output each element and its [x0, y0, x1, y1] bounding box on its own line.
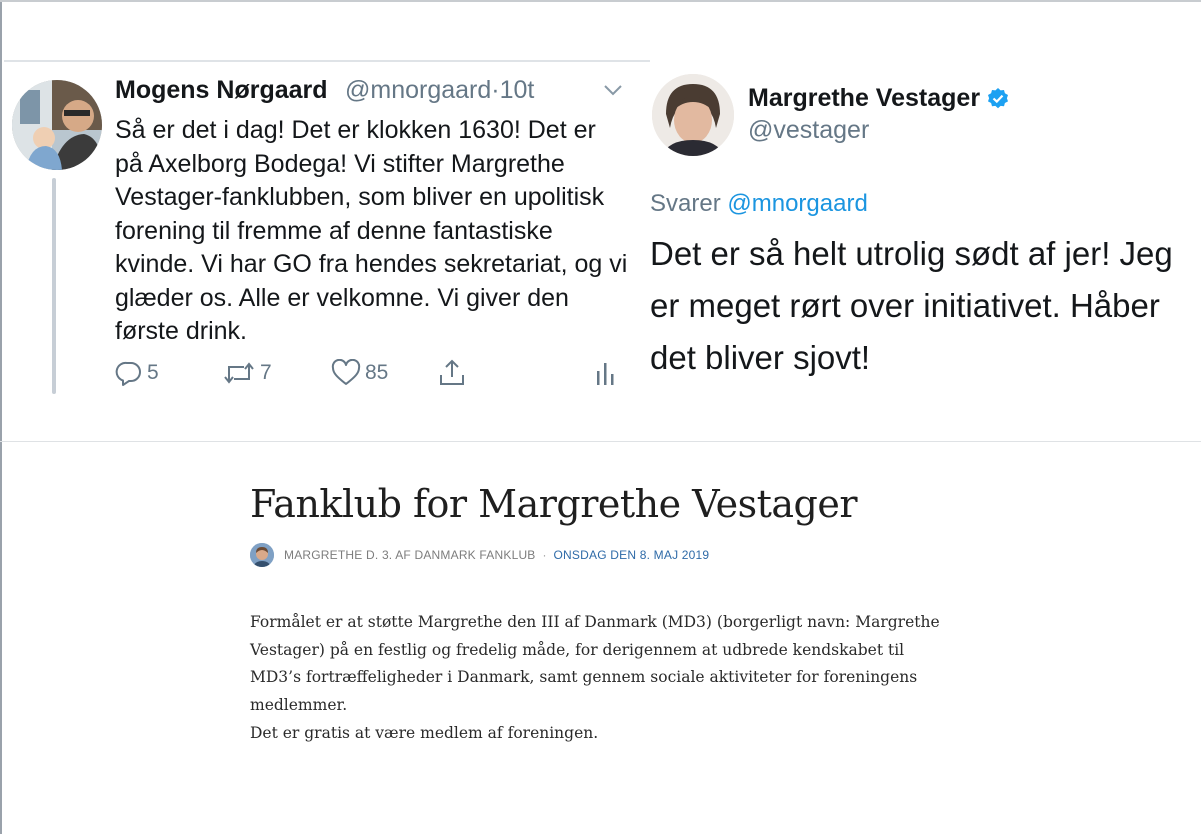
article-meta: MARGRETHE D. 3. AF DANMARK FANKLUB · ONS… [250, 542, 709, 568]
tweet-text: Så er det i dag! Det er klokken 1630! De… [115, 116, 628, 345]
tweet-time[interactable]: 10t [500, 76, 535, 104]
retweet-icon [222, 359, 256, 387]
chevron-down-icon[interactable] [600, 80, 626, 100]
tweet-author-handle[interactable]: @vestager [748, 116, 869, 145]
reply-mention-link[interactable]: @mnorgaard [727, 190, 867, 217]
tweet-meta: @mnorgaard·10t [345, 76, 534, 105]
tweet-text: Det er så helt utrolig sødt af jer! Jeg … [650, 235, 1173, 376]
meta-separator: · [491, 76, 500, 104]
tweet-actions: 5 7 85 [115, 356, 635, 390]
article-paragraph: Det er gratis at være medlem af forening… [250, 724, 599, 742]
screenshot-left-border [0, 0, 2, 834]
reply-context: Svarer @mnorgaard [650, 190, 868, 218]
reply-button[interactable]: 5 [115, 356, 159, 390]
tweet-vestager: Margrethe Vestager @vestager Svarer @mno… [650, 60, 1201, 400]
avatar-mnorgaard[interactable] [12, 80, 102, 170]
tweet-author-name[interactable]: Mogens Nørgaard [115, 76, 328, 105]
share-button[interactable] [437, 356, 467, 390]
reply-prefix: Svarer [650, 190, 721, 217]
article-paragraph: Formålet er at støtte Margrethe den III … [250, 613, 940, 714]
retweet-button[interactable]: 7 [222, 356, 272, 390]
tweet-mnorgaard: Mogens Nørgaard @mnorgaard·10t Så er det… [4, 60, 650, 410]
screenshot-top-border [0, 0, 1201, 2]
tweet-author-handle[interactable]: @mnorgaard [345, 76, 491, 104]
meta-separator: · [542, 548, 547, 562]
analytics-icon [594, 359, 616, 387]
author-avatar[interactable] [250, 543, 274, 567]
retweet-count: 7 [260, 361, 272, 384]
like-count: 85 [365, 361, 389, 384]
tweet-author-name[interactable]: Margrethe Vestager [748, 84, 980, 113]
analytics-button[interactable] [594, 356, 616, 390]
reply-icon [115, 359, 143, 387]
like-button[interactable]: 85 [331, 356, 388, 390]
section-divider [0, 441, 1201, 442]
verified-badge-icon [986, 87, 1010, 111]
article-author-link[interactable]: MARGRETHE D. 3. AF DANMARK FANKLUB [284, 548, 536, 562]
article-date-link[interactable]: ONSDAG DEN 8. MAJ 2019 [554, 548, 710, 562]
avatar-vestager[interactable] [652, 74, 734, 156]
article-title: Fanklub for Margrethe Vestager [250, 482, 858, 526]
share-icon [437, 358, 467, 388]
thread-connector-line [52, 178, 56, 394]
reply-count: 5 [147, 361, 159, 384]
tweet-top-divider [4, 60, 650, 62]
like-icon [331, 359, 361, 387]
